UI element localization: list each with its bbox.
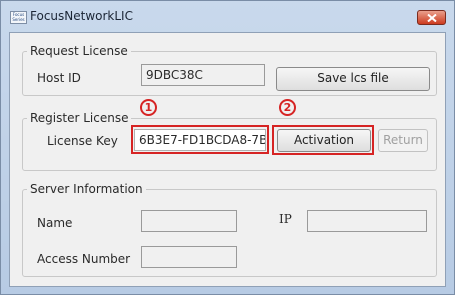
license-key-label: License Key bbox=[47, 134, 118, 148]
ip-field[interactable] bbox=[307, 210, 427, 232]
activation-highlight bbox=[272, 125, 374, 155]
step-marker-1: 1 bbox=[140, 99, 157, 116]
server-information-title: Server Information bbox=[30, 182, 143, 196]
title-bar[interactable]: Focus Series FocusNetworkLIC bbox=[1, 1, 454, 31]
license-key-highlight bbox=[131, 125, 269, 154]
ip-label: IP bbox=[279, 212, 292, 226]
request-license-title: Request License bbox=[30, 44, 128, 58]
return-button[interactable]: Return bbox=[378, 129, 428, 152]
dialog-body: Request License Host ID 9DBC38C Save lcs… bbox=[9, 32, 446, 287]
window-title: FocusNetworkLIC bbox=[30, 9, 133, 23]
close-button[interactable] bbox=[417, 10, 446, 25]
host-id-field[interactable]: 9DBC38C bbox=[141, 64, 265, 86]
app-icon: Focus Series bbox=[10, 11, 27, 24]
access-number-label: Access Number bbox=[37, 252, 131, 266]
access-number-field[interactable] bbox=[141, 246, 237, 268]
name-field[interactable] bbox=[141, 210, 237, 232]
close-icon bbox=[427, 14, 437, 22]
save-lcs-file-button[interactable]: Save lcs file bbox=[276, 67, 430, 91]
host-id-label: Host ID bbox=[37, 71, 81, 85]
app-window: Focus Series FocusNetworkLIC Request Lic… bbox=[0, 0, 455, 295]
name-label: Name bbox=[37, 216, 73, 230]
register-license-title: Register License bbox=[30, 111, 129, 125]
step-marker-2: 2 bbox=[279, 99, 296, 116]
